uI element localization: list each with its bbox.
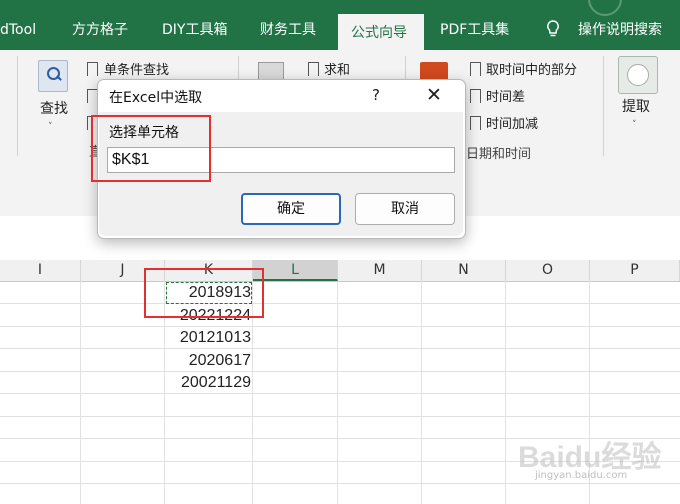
highlight-box-input (91, 115, 211, 182)
column-header-n[interactable]: N (422, 260, 506, 281)
close-icon[interactable]: ✕ (426, 84, 442, 106)
column-headers: I J K L M N O P (0, 260, 680, 282)
extract-button-label[interactable]: 提取 (622, 96, 650, 116)
grid-line (0, 371, 680, 372)
column-header-p[interactable]: P (590, 260, 680, 281)
column-header-i[interactable]: I (0, 260, 81, 281)
tab-formula-wizard[interactable]: 公式向导 (338, 14, 424, 50)
lightbulb-icon[interactable] (546, 20, 560, 38)
bookmark-icon (470, 116, 481, 130)
bookmark-icon (470, 62, 481, 76)
search-dropdown-icon[interactable]: ˅ (48, 122, 53, 132)
tab-formula-wizard-label: 公式向导 (351, 25, 407, 41)
tab-fangfang[interactable]: 方方格子 (72, 22, 128, 38)
time-add-item[interactable]: 时间加减 (486, 113, 538, 132)
help-search[interactable]: 操作说明搜索 (578, 22, 662, 38)
tab-dtool[interactable]: dTool (0, 22, 36, 38)
tab-diy-toolbox[interactable]: DIY工具箱 (162, 22, 227, 38)
search-button-label[interactable]: 查找 (40, 98, 68, 118)
title-fragment (4, 0, 44, 6)
ribbon-separator (17, 56, 18, 156)
watermark-url: jingyan.baidu.com (535, 470, 628, 481)
ok-button[interactable]: 确定 (241, 193, 341, 225)
tab-pdf-tools[interactable]: PDF工具集 (440, 22, 509, 38)
ribbon-tab-bar: dTool 方方格子 DIY工具箱 财务工具 公式向导 PDF工具集 操作说明搜… (0, 0, 680, 50)
bookmark-icon (308, 62, 319, 76)
cell-k3[interactable]: 20121013 (165, 327, 251, 349)
extract-icon[interactable] (618, 56, 658, 94)
decor-circle (588, 0, 622, 16)
time-part-item[interactable]: 取时间中的部分 (486, 59, 577, 78)
ribbon-separator (603, 56, 604, 156)
grid-line (0, 326, 680, 327)
grid-line (0, 303, 680, 304)
search-icon[interactable] (38, 60, 68, 92)
bookmark-icon (87, 62, 98, 76)
time-diff-item[interactable]: 时间差 (486, 86, 525, 105)
tab-finance-tools[interactable]: 财务工具 (260, 22, 316, 38)
cell-k5[interactable]: 20021129 (165, 372, 251, 394)
column-header-l[interactable]: L (253, 260, 338, 281)
dialog-title: 在Excel中选取 (109, 90, 203, 106)
bookmark-icon (470, 89, 481, 103)
cell-k4[interactable]: 2020617 (165, 350, 251, 372)
column-header-o[interactable]: O (506, 260, 590, 281)
highlight-box-cell (144, 268, 264, 318)
grid-line (0, 393, 680, 394)
cancel-button[interactable]: 取消 (355, 193, 455, 225)
dialog-titlebar[interactable]: 在Excel中选取 ? ✕ (98, 80, 463, 112)
extract-dropdown-icon[interactable]: ˅ (632, 120, 637, 130)
grid-line (0, 483, 680, 484)
date-time-group-label: 日期和时间 (466, 147, 532, 162)
grid-line (0, 416, 680, 417)
help-icon[interactable]: ? (372, 86, 380, 104)
column-header-m[interactable]: M (338, 260, 422, 281)
grid-line (0, 348, 680, 349)
sum-item[interactable]: 求和 (324, 59, 350, 78)
single-condition-lookup[interactable]: 单条件查找 (104, 59, 169, 78)
